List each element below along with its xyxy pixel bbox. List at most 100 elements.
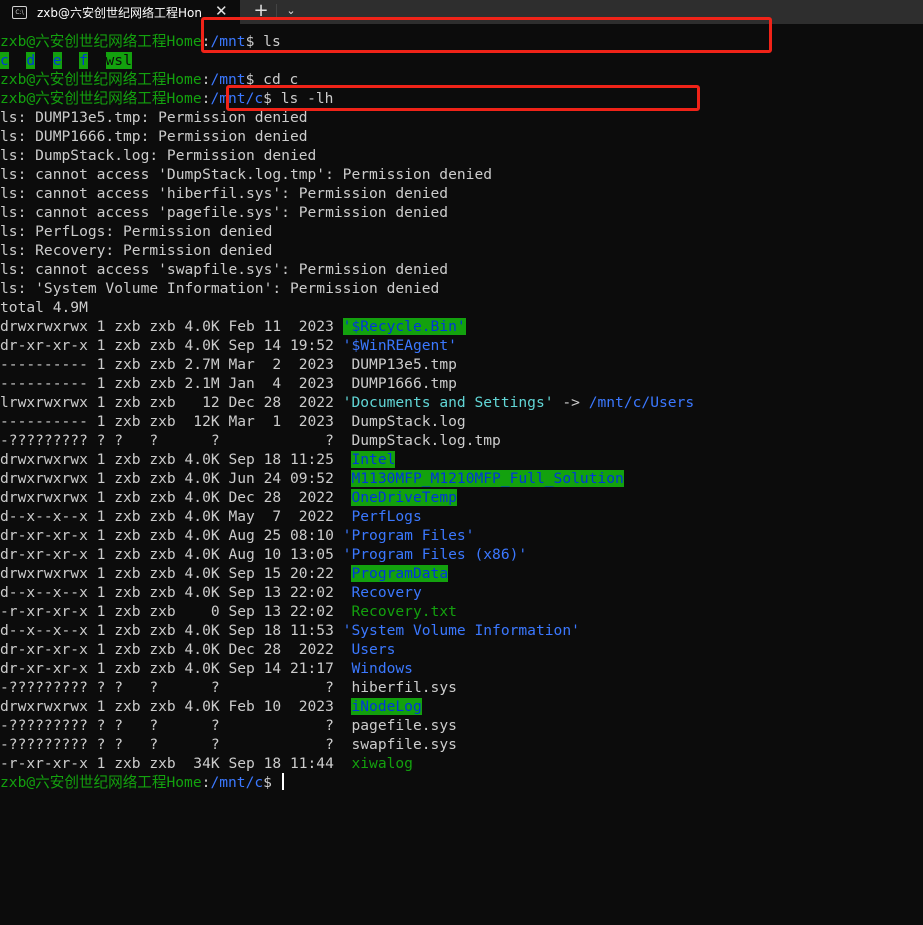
listing-row: -????????? ? ? ? ? ? swapfile.sys [0, 735, 923, 754]
file-name: Recovery.txt [342, 603, 457, 620]
error-text: ls: DumpStack.log: Permission denied [0, 147, 317, 164]
text-cursor [281, 773, 284, 790]
prompt-dollar: $ [263, 774, 272, 791]
prompt-path: /mnt/c [210, 774, 264, 791]
file-name: DumpStack.log.tmp [342, 432, 501, 449]
tab-title: zxb@六安创世纪网络工程Hon [37, 5, 202, 20]
listing-row: dr-xr-xr-x 1 zxb zxb 4.0K Aug 25 08:10 '… [0, 526, 923, 545]
file-name: M1130MFP_M1210MFP_Full_Solution [351, 470, 624, 487]
annotation-box-ls [201, 17, 772, 53]
dir-entry: c [0, 52, 9, 69]
file-meta: -????????? ? ? ? ? ? [0, 736, 343, 753]
file-name: Recovery [342, 584, 422, 601]
dir-entry: e [52, 52, 62, 69]
ls-output-line: c d e f wsl [0, 51, 923, 70]
error-text: ls: cannot access 'swapfile.sys': Permis… [0, 261, 449, 278]
file-name: pagefile.sys [342, 717, 457, 734]
error-text: ls: PerfLogs: Permission denied [0, 223, 273, 240]
listing-row: d--x--x--x 1 zxb zxb 4.0K Sep 13 22:02 R… [0, 583, 923, 602]
file-name: 'Program Files (x86)' [342, 546, 528, 563]
file-meta: drwxrwxrwx 1 zxb zxb 4.0K Sep 18 11:25 [0, 451, 343, 468]
file-meta: drwxrwxrwx 1 zxb zxb 4.0K Sep 15 20:22 [0, 565, 343, 582]
terminal-icon: C:\ [12, 5, 27, 19]
error-text: ls: Recovery: Permission denied [0, 242, 273, 259]
file-meta: drwxrwxrwx 1 zxb zxb 4.0K Feb 10 2023 [0, 698, 343, 715]
file-meta: drwxrwxrwx 1 zxb zxb 4.0K Jun 24 09:52 [0, 470, 343, 487]
file-meta: ---------- 1 zxb zxb 2.7M Mar 2 2023 [0, 356, 343, 373]
file-name: DUMP13e5.tmp [342, 356, 457, 373]
file-meta: -r-xr-xr-x 1 zxb zxb 34K Sep 18 11:44 [0, 755, 343, 772]
file-name: '$WinREAgent' [342, 337, 457, 354]
listing-row: lrwxrwxrwx 1 zxb zxb 12 Dec 28 2022 'Doc… [0, 393, 923, 412]
file-meta: d--x--x--x 1 zxb zxb 4.0K May 7 2022 [0, 508, 343, 525]
file-meta: drwxrwxrwx 1 zxb zxb 4.0K Dec 28 2022 [0, 489, 343, 506]
error-line: ls: PerfLogs: Permission denied [0, 222, 923, 241]
error-line: ls: cannot access 'DumpStack.log.tmp': P… [0, 165, 923, 184]
error-line: ls: DumpStack.log: Permission denied [0, 146, 923, 165]
listing-row: ---------- 1 zxb zxb 2.7M Mar 2 2023 DUM… [0, 355, 923, 374]
prompt-user-host: zxb@六安创世纪网络工程Home [0, 90, 202, 107]
symlink-target: /mnt/c/Users [588, 394, 695, 411]
listing-row: dr-xr-xr-x 1 zxb zxb 4.0K Aug 10 13:05 '… [0, 545, 923, 564]
prompt-user-host: zxb@六安创世纪网络工程Home [0, 774, 202, 791]
file-name: '$Recycle.Bin' [342, 318, 466, 335]
prompt-user-host: zxb@六安创世纪网络工程Home [0, 33, 202, 50]
error-text: ls: cannot access 'DumpStack.log.tmp': P… [0, 166, 493, 183]
listing-row: -r-xr-xr-x 1 zxb zxb 34K Sep 18 11:44 xi… [0, 754, 923, 773]
error-text: ls: 'System Volume Information': Permiss… [0, 280, 440, 297]
file-meta: -????????? ? ? ? ? ? [0, 432, 343, 449]
file-meta: -????????? ? ? ? ? ? [0, 717, 343, 734]
file-name: xiwalog [342, 755, 413, 772]
listing-row: dr-xr-xr-x 1 zxb zxb 4.0K Dec 28 2022 Us… [0, 640, 923, 659]
file-meta: d--x--x--x 1 zxb zxb 4.0K Sep 18 11:53 [0, 622, 343, 639]
prompt-user-host: zxb@六安创世纪网络工程Home [0, 71, 202, 88]
error-line: ls: cannot access 'pagefile.sys': Permis… [0, 203, 923, 222]
file-name: ProgramData [351, 565, 449, 582]
error-line: ls: 'System Volume Information': Permiss… [0, 279, 923, 298]
file-name: Intel [351, 451, 396, 468]
file-name: iNodeLog [351, 698, 422, 715]
file-name: DUMP1666.tmp [342, 375, 457, 392]
listing-row: drwxrwxrwx 1 zxb zxb 4.0K Feb 11 2023 '$… [0, 317, 923, 336]
file-name: 'System Volume Information' [342, 622, 580, 639]
error-line: ls: cannot access 'swapfile.sys': Permis… [0, 260, 923, 279]
dir-entry: d [26, 52, 36, 69]
file-meta: dr-xr-xr-x 1 zxb zxb 4.0K Sep 14 19:52 [0, 337, 343, 354]
error-text: ls: cannot access 'pagefile.sys': Permis… [0, 204, 449, 221]
error-line: ls: DUMP1666.tmp: Permission denied [0, 127, 923, 146]
listing-row: -????????? ? ? ? ? ? hiberfil.sys [0, 678, 923, 697]
listing-row: ---------- 1 zxb zxb 2.1M Jan 4 2023 DUM… [0, 374, 923, 393]
file-name: PerfLogs [342, 508, 422, 525]
listing-row: ---------- 1 zxb zxb 12K Mar 1 2023 Dump… [0, 412, 923, 431]
dir-entry: f [79, 52, 88, 69]
total-line: total 4.9M [0, 298, 923, 317]
listing-row: drwxrwxrwx 1 zxb zxb 4.0K Dec 28 2022 On… [0, 488, 923, 507]
listing-row: -????????? ? ? ? ? ? DumpStack.log.tmp [0, 431, 923, 450]
file-name: hiberfil.sys [342, 679, 457, 696]
file-meta: dr-xr-xr-x 1 zxb zxb 4.0K Aug 25 08:10 [0, 527, 343, 544]
file-meta: dr-xr-xr-x 1 zxb zxb 4.0K Sep 14 21:17 [0, 660, 343, 677]
listing-row: d--x--x--x 1 zxb zxb 4.0K May 7 2022 Per… [0, 507, 923, 526]
listing-row: -????????? ? ? ? ? ? pagefile.sys [0, 716, 923, 735]
listing-row: drwxrwxrwx 1 zxb zxb 4.0K Sep 18 11:25 I… [0, 450, 923, 469]
error-text: ls: DUMP13e5.tmp: Permission denied [0, 109, 308, 126]
error-text: ls: cannot access 'hiberfil.sys': Permis… [0, 185, 449, 202]
listing-row: dr-xr-xr-x 1 zxb zxb 4.0K Sep 14 19:52 '… [0, 336, 923, 355]
error-line: ls: cannot access 'hiberfil.sys': Permis… [0, 184, 923, 203]
file-name: Users [342, 641, 396, 658]
file-meta: d--x--x--x 1 zxb zxb 4.0K Sep 13 22:02 [0, 584, 343, 601]
listing-row: d--x--x--x 1 zxb zxb 4.0K Sep 18 11:53 '… [0, 621, 923, 640]
file-meta: drwxrwxrwx 1 zxb zxb 4.0K Feb 11 2023 [0, 318, 343, 335]
file-meta: ---------- 1 zxb zxb 12K Mar 1 2023 [0, 413, 343, 430]
terminal-output[interactable]: zxb@六安创世纪网络工程Home:/mnt$ ls c d e f wsl zxb… [0, 32, 923, 792]
file-name: swapfile.sys [342, 736, 457, 753]
error-line: ls: Recovery: Permission denied [0, 241, 923, 260]
annotation-box-ls-lh [226, 85, 700, 111]
file-name: 'Program Files' [342, 527, 475, 544]
file-meta: -????????? ? ? ? ? ? [0, 679, 343, 696]
